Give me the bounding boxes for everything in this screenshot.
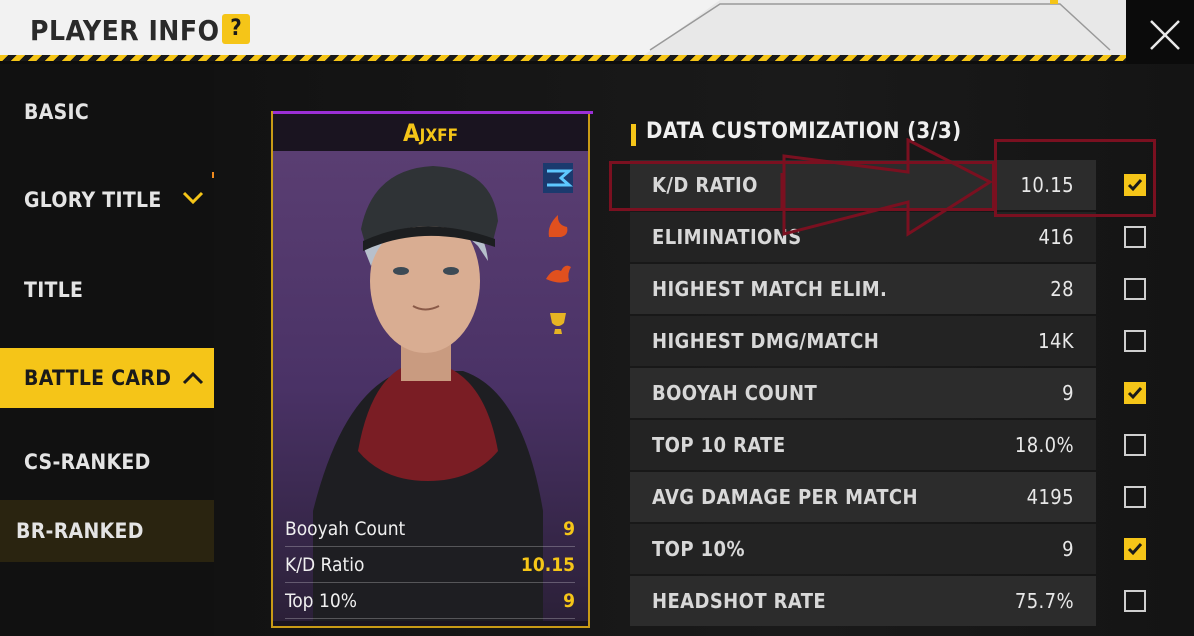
stat-option-value: 4195 (1026, 485, 1074, 509)
sidebar-item-glory-title[interactable]: GLORY TITLE (0, 170, 214, 230)
sidebar-item-label: BASIC (24, 100, 90, 124)
stat-option-value: 14K (1038, 329, 1074, 353)
stat-option-checkbox[interactable] (1124, 278, 1146, 300)
player-name: Ajxff (402, 119, 459, 147)
sidebar-item-label: BR-RANKED (16, 519, 144, 543)
stat-option-value: 9 (1062, 537, 1074, 561)
stat-option-row[interactable]: HIGHEST DMG/MATCH 14K (630, 316, 1096, 366)
stat-option-value: 18.0% (1014, 433, 1074, 457)
card-stats: Booyah Count 9 K/D Ratio 10.15 Top 10% 9 (285, 511, 575, 619)
stat-option-checkbox[interactable] (1124, 382, 1146, 404)
stat-option-row[interactable]: HIGHEST MATCH ELIM. 28 (630, 264, 1096, 314)
stat-label: Booyah Count (285, 517, 406, 540)
stat-value: 10.15 (520, 553, 575, 576)
checkmark-icon (1127, 387, 1143, 400)
stat-option-row[interactable]: TOP 10 RATE 18.0% (630, 420, 1096, 470)
close-icon[interactable] (1148, 18, 1182, 52)
stat-option-checkbox[interactable] (1124, 434, 1146, 456)
stat-option-label: AVG DAMAGE PER MATCH (652, 485, 918, 509)
battle-card[interactable]: Ajxff Booyah Count 9 K/D Ratio 10.15 Top… (271, 111, 593, 628)
sidebar-item-label: GLORY TITLE (24, 188, 162, 212)
stat-label: K/D Ratio (285, 553, 365, 576)
stat-option-value: 28 (1050, 277, 1074, 301)
badge-column (543, 163, 577, 355)
sidebar-item-br-ranked[interactable]: BR-RANKED (0, 500, 214, 562)
sidebar-item-label: BATTLE CARD (24, 366, 172, 390)
sidebar-item-label: CS-RANKED (24, 450, 151, 474)
sidebar-item-label: TITLE (24, 278, 84, 302)
stat-label: Top 10% (285, 589, 357, 612)
stat-option-row[interactable]: BOOYAH COUNT 9 (630, 368, 1096, 418)
chevron-down-icon (182, 191, 204, 205)
annotation-highlight-value (994, 139, 1156, 217)
stat-option-value: 416 (1038, 225, 1074, 249)
header-bar: PLAYER INFO ? (0, 0, 1126, 58)
stat-option-value: 75.7% (1014, 589, 1074, 613)
stat-option-row[interactable]: HEADSHOT RATE 75.7% (630, 576, 1096, 626)
stat-option-label: BOOYAH COUNT (652, 381, 818, 405)
dragon-badge-icon (546, 265, 571, 283)
stat-option-label: HEADSHOT RATE (652, 589, 827, 613)
stat-option-label: TOP 10 RATE (652, 433, 786, 457)
annotation-arrow (782, 138, 994, 237)
chevron-up-icon (182, 371, 204, 385)
stat-option-value: 9 (1062, 381, 1074, 405)
stat-option-checkbox[interactable] (1124, 538, 1146, 560)
page-title: PLAYER INFO (30, 14, 220, 47)
card-stat-row: K/D Ratio 10.15 (285, 547, 575, 583)
card-stat-row: Top 10% 9 (285, 583, 575, 619)
annotation-arrow-outline (782, 138, 994, 237)
stat-option-label: TOP 10% (652, 537, 745, 561)
flame-badge-icon (548, 215, 568, 237)
stat-option-checkbox[interactable] (1124, 330, 1146, 352)
stat-option-checkbox[interactable] (1124, 486, 1146, 508)
stat-option-row[interactable]: TOP 10% 9 (630, 524, 1096, 574)
stat-option-label: HIGHEST DMG/MATCH (652, 329, 880, 353)
trophy-badge-icon (550, 313, 566, 334)
section-marker (631, 124, 636, 146)
sidebar-item-title[interactable]: TITLE (0, 260, 214, 320)
stat-value: 9 (563, 517, 575, 540)
stat-option-label: HIGHEST MATCH ELIM. (652, 277, 888, 301)
sidebar-item-battle-card[interactable]: BATTLE CARD (0, 348, 214, 408)
hazard-stripe (0, 55, 1126, 61)
header-decoration (640, 0, 1126, 58)
stat-option-checkbox[interactable] (1124, 590, 1146, 612)
sidebar-item-cs-ranked[interactable]: CS-RANKED (0, 432, 214, 492)
stat-option-row[interactable]: AVG DAMAGE PER MATCH 4195 (630, 472, 1096, 522)
stat-value: 9 (563, 589, 575, 612)
checkmark-icon (1127, 543, 1143, 556)
lightning-badge-icon (543, 163, 573, 193)
stat-option-checkbox[interactable] (1124, 226, 1146, 248)
help-icon[interactable]: ? (222, 14, 250, 44)
card-stat-row: Booyah Count 9 (285, 511, 575, 547)
sidebar-item-basic[interactable]: BASIC (0, 82, 214, 142)
